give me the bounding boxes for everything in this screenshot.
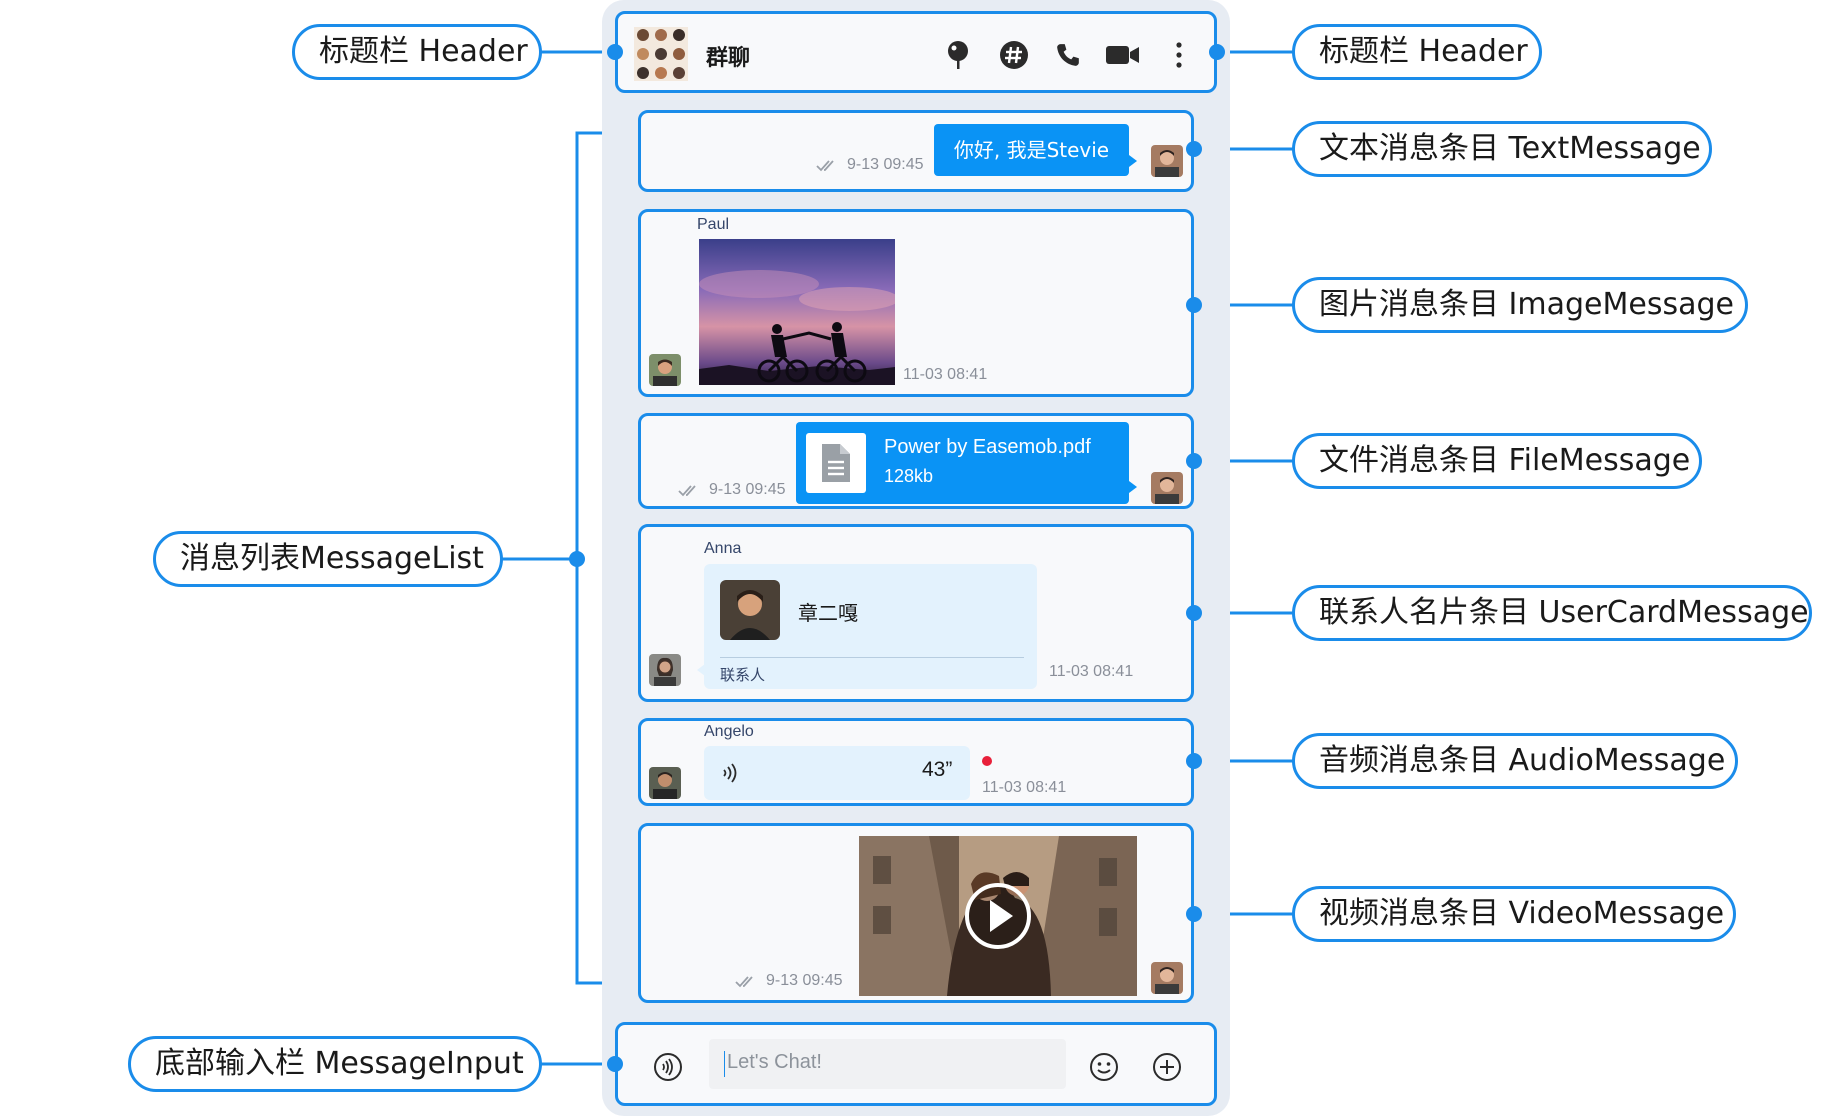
usercard-message-item[interactable]: Anna 章二嘎 联系人 11-03 08:41 [638, 524, 1194, 702]
text-bubble[interactable]: 你好, 我是Stevie [934, 124, 1129, 176]
callout-text-message: 文本消息条目 TextMessage [1292, 121, 1712, 177]
contact-avatar [720, 580, 780, 640]
add-plus-icon[interactable] [1152, 1052, 1182, 1082]
unread-dot [982, 756, 992, 766]
anchor-message-input [607, 1056, 623, 1072]
anchor-image-message [1186, 297, 1202, 313]
anchor-audio-message [1186, 753, 1202, 769]
file-bubble[interactable]: Power by Easemob.pdf 128kb [796, 422, 1129, 504]
group-avatar[interactable] [634, 27, 688, 81]
message-time: 9-13 09:45 [709, 481, 786, 498]
callout-header-right: 标题栏 Header [1292, 24, 1542, 80]
avatar[interactable] [649, 354, 681, 386]
video-message-item[interactable]: 9-13 09:45 [638, 823, 1194, 1003]
card-type-label: 联系人 [720, 666, 766, 684]
anchor-header-right [1209, 44, 1225, 60]
input-placeholder: Let's Chat! [727, 1051, 822, 1073]
message-time: 9-13 09:45 [766, 972, 843, 989]
message-time: 11-03 08:41 [982, 779, 1067, 796]
file-message-item[interactable]: 9-13 09:45 Power by Easemob.pdf 128kb [638, 413, 1194, 509]
image-message-item[interactable]: Paul 11-03 08:41 [638, 209, 1194, 397]
text-message-item[interactable]: 9-13 09:45 你好, 我是Stevie [638, 110, 1194, 192]
callout-video-message: 视频消息条目 VideoMessage [1292, 886, 1736, 942]
message-time: 11-03 08:41 [1049, 663, 1134, 680]
anchor-text-message [1186, 141, 1202, 157]
card-divider [720, 657, 1024, 658]
double-check-icon [678, 485, 696, 497]
avatar[interactable] [1151, 472, 1183, 504]
anchor-header-left [607, 44, 623, 60]
avatar[interactable] [1151, 962, 1183, 994]
callout-message-input: 底部输入栏 MessageInput [128, 1036, 542, 1092]
header-bar: 群聊 [615, 11, 1217, 93]
message-time: 9-13 09:45 [847, 156, 924, 173]
callout-image-message: 图片消息条目 ImageMessage [1292, 277, 1748, 333]
audio-bubble[interactable]: 43” [704, 746, 970, 800]
usercard-bubble[interactable]: 章二嘎 联系人 [704, 564, 1037, 689]
voice-wave-icon [723, 763, 737, 783]
emoji-icon[interactable] [1089, 1052, 1119, 1082]
phone-icon[interactable] [1055, 42, 1081, 68]
file-icon-box [806, 433, 866, 493]
file-size: 128kb [884, 466, 934, 486]
bubble-tail [1129, 155, 1137, 167]
avatar[interactable] [1151, 145, 1183, 177]
sender-name: Anna [704, 540, 742, 557]
anchor-usercard-message [1186, 605, 1202, 621]
double-check-icon [816, 160, 834, 172]
header-title: 群聊 [706, 46, 751, 71]
callout-usercard-message: 联系人名片条目 UserCardMessage [1292, 585, 1812, 641]
avatar[interactable] [649, 654, 681, 686]
file-name: Power by Easemob.pdf [884, 436, 1091, 458]
pin-icon[interactable] [945, 40, 971, 70]
video-camera-icon[interactable] [1106, 44, 1140, 66]
bubble-tail [1129, 481, 1137, 493]
callout-message-list: 消息列表MessageList [153, 531, 503, 587]
diagram-canvas: 群聊 9-13 09:45 你好, 我是Stevie Paul 11-03 08… [0, 0, 1827, 1116]
bubble-tail [697, 664, 705, 676]
sender-name: Angelo [704, 723, 754, 740]
callout-header-left: 标题栏 Header [292, 24, 542, 80]
audio-duration: 43” [922, 758, 953, 781]
text-cursor [724, 1051, 725, 1077]
image-thumbnail[interactable] [699, 239, 895, 385]
voice-input-icon[interactable] [653, 1052, 683, 1082]
message-input-bar: Let's Chat! [615, 1022, 1217, 1106]
hashtag-icon[interactable] [999, 40, 1029, 70]
callout-file-message: 文件消息条目 FileMessage [1292, 433, 1702, 489]
double-check-icon [735, 976, 753, 988]
more-vertical-icon[interactable] [1175, 42, 1183, 68]
avatar[interactable] [649, 767, 681, 799]
anchor-video-message [1186, 906, 1202, 922]
sender-name: Paul [697, 216, 730, 233]
document-icon [822, 444, 850, 482]
callout-audio-message: 音频消息条目 AudioMessage [1292, 733, 1738, 789]
anchor-file-message [1186, 453, 1202, 469]
anchor-message-list [569, 551, 585, 567]
audio-message-item[interactable]: Angelo 43” 11-03 08:41 [638, 718, 1194, 806]
contact-name: 章二嘎 [798, 601, 858, 625]
message-time: 11-03 08:41 [903, 366, 988, 383]
video-thumbnail[interactable] [859, 836, 1137, 996]
message-text-input[interactable]: Let's Chat! [709, 1039, 1066, 1089]
